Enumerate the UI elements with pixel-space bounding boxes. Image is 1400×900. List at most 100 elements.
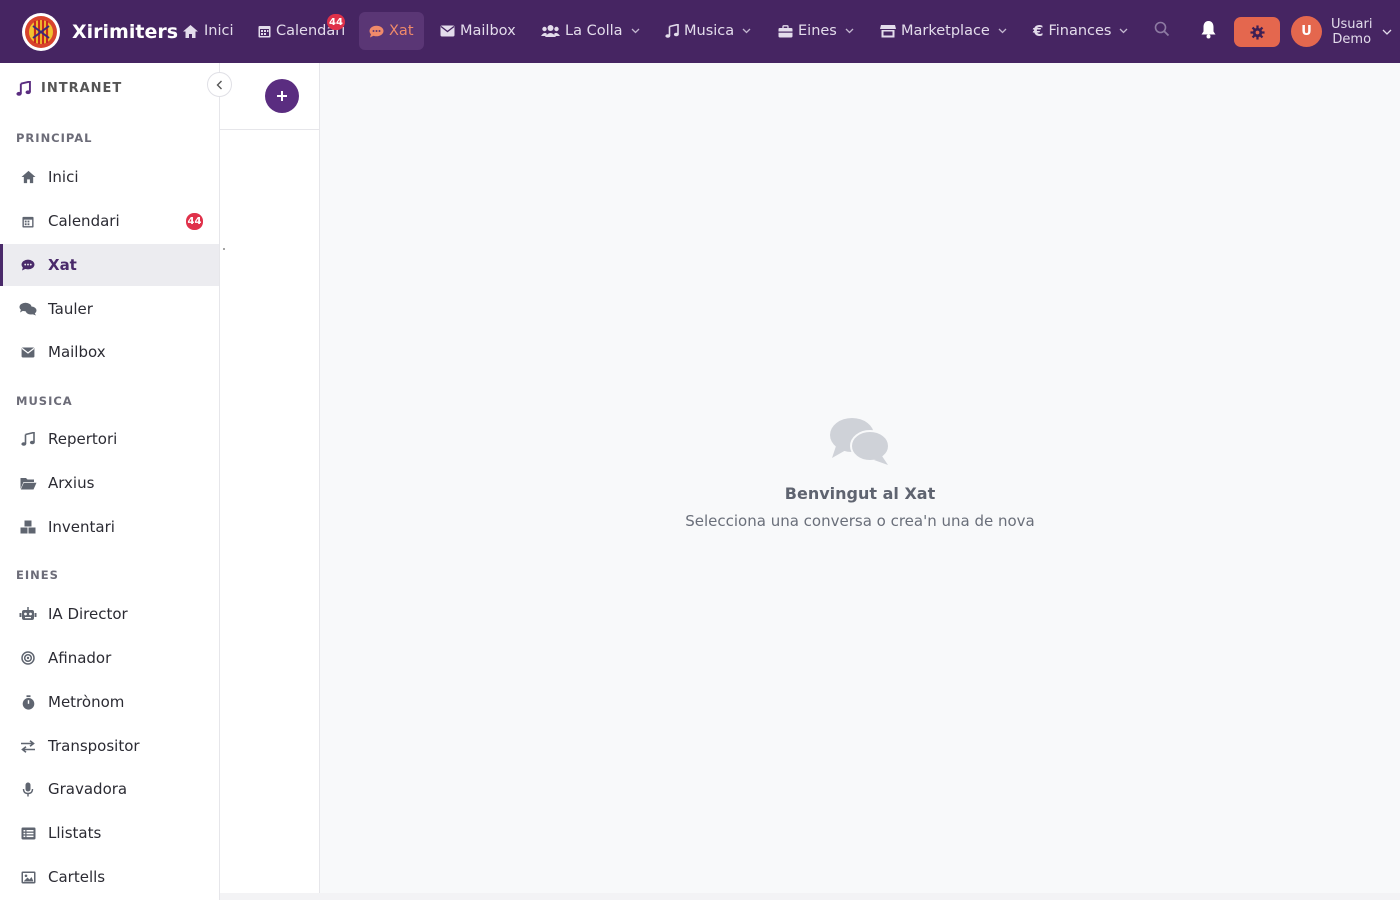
target-icon — [19, 651, 37, 665]
sidebar-item-gravadora[interactable]: Gravadora — [0, 768, 219, 810]
nav-mailbox[interactable]: Mailbox — [430, 12, 526, 50]
chevron-left-icon — [216, 80, 223, 90]
nav-label: La Colla — [565, 23, 623, 39]
user-name-line1: Usuari — [1331, 16, 1373, 32]
sidebar-item-afinador[interactable]: Afinador — [0, 637, 219, 679]
comments-icon — [19, 302, 37, 316]
sidebar-item-label: Mailbox — [48, 343, 106, 361]
chevron-down-icon — [1119, 28, 1128, 34]
chat-main-area: Benvingut al Xat Selecciona una conversa… — [320, 63, 1400, 900]
sidebar-item-tauler[interactable]: Tauler — [0, 288, 219, 330]
folder-open-icon — [19, 477, 37, 490]
chevron-down-icon — [1382, 29, 1392, 35]
calendar-icon — [19, 215, 37, 228]
sidebar-badge: 44 — [186, 213, 203, 230]
envelope-icon — [19, 346, 37, 358]
image-icon — [19, 871, 37, 884]
new-conversation-button[interactable] — [265, 79, 299, 113]
list-icon — [19, 827, 37, 840]
boxes-icon — [19, 520, 37, 534]
music-icon — [665, 24, 679, 38]
home-icon — [182, 24, 199, 39]
sidebar-item-inventari[interactable]: Inventari — [0, 506, 219, 548]
section-title-musica: MUSICA — [16, 394, 73, 408]
music-icon — [16, 81, 31, 96]
sidebar-item-label: Llistats — [48, 824, 102, 842]
nav-label: Mailbox — [460, 23, 516, 39]
chevron-down-icon — [742, 28, 751, 34]
sidebar-item-arxius[interactable]: Arxius — [0, 462, 219, 504]
conversation-list-panel — [220, 63, 320, 893]
sidebar-item-mailbox[interactable]: Mailbox — [0, 331, 219, 373]
plus-icon — [276, 90, 288, 102]
sidebar-item-label: Inventari — [48, 518, 115, 536]
brand-name: Xirimiters — [72, 21, 179, 43]
loading-dot — [223, 248, 225, 250]
brand-logo — [22, 13, 60, 51]
user-menu[interactable]: U Usuari Demo — [1291, 16, 1392, 47]
nav-xat[interactable]: Xat — [359, 12, 424, 50]
nav-la-colla[interactable]: La Colla — [531, 12, 650, 50]
settings-button[interactable] — [1234, 17, 1280, 47]
sidebar-item-label: Arxius — [48, 474, 95, 492]
exchange-icon — [19, 739, 37, 753]
nav-label: Inici — [204, 23, 234, 39]
sidebar-item-inici[interactable]: Inici — [0, 156, 219, 198]
nav-calendari[interactable]: Calendari 44 — [248, 12, 355, 50]
sidebar-item-label: Calendari — [48, 212, 120, 230]
nav-inici[interactable]: Inici — [172, 12, 244, 50]
nav-marketplace[interactable]: Marketplace — [870, 12, 1017, 50]
chat-icon — [19, 259, 37, 271]
sidebar-item-label: Metrònom — [48, 693, 125, 711]
calendar-icon — [258, 24, 271, 38]
nav-musica[interactable]: Musica — [655, 12, 761, 50]
toolbox-icon — [778, 24, 793, 38]
sidebar-collapse-button[interactable] — [207, 72, 232, 97]
sidebar-header-label: INTRANET — [41, 81, 123, 96]
user-name-line2: Demo — [1332, 31, 1372, 47]
sidebar-item-metronom[interactable]: Metrònom — [0, 681, 219, 723]
sidebar-item-llistats[interactable]: Llistats — [0, 812, 219, 854]
nav-eines[interactable]: Eines — [768, 12, 864, 50]
sidebar-item-label: Tauler — [48, 300, 93, 318]
sidebar-item-ia-director[interactable]: IA Director — [0, 593, 219, 635]
sidebar-item-label: Transpositor — [48, 737, 140, 755]
sidebar-item-xat[interactable]: Xat — [0, 244, 219, 286]
nav-label: Marketplace — [901, 23, 990, 39]
nav-label: Finances — [1048, 23, 1112, 39]
section-title-eines: EINES — [16, 568, 59, 582]
brand[interactable]: Xirimiters — [22, 13, 178, 51]
nav-badge: 44 — [327, 14, 345, 30]
sidebar-item-label: Repertori — [48, 430, 118, 448]
sidebar-item-label: IA Director — [48, 605, 128, 623]
sidebar-header: INTRANET — [16, 81, 122, 96]
euro-icon: € — [1033, 22, 1044, 40]
chevron-down-icon — [631, 28, 640, 34]
sidebar-item-transpositor[interactable]: Transpositor — [0, 725, 219, 767]
gear-icon — [1249, 24, 1265, 40]
conversation-list-header — [220, 63, 319, 130]
bottom-strip — [220, 893, 1400, 900]
search-icon[interactable] — [1154, 21, 1170, 37]
sidebar-item-label: Inici — [48, 168, 79, 186]
sidebar-item-repertori[interactable]: Repertori — [0, 418, 219, 460]
envelope-icon — [440, 25, 455, 37]
user-name: Usuari Demo — [1331, 17, 1372, 47]
sidebar-item-calendari[interactable]: Calendari 44 — [0, 200, 219, 242]
music-icon — [19, 432, 37, 446]
empty-state-subtitle: Selecciona una conversa o crea'n una de … — [685, 512, 1035, 530]
sidebar-item-cartells[interactable]: Cartells — [0, 856, 219, 898]
users-icon — [541, 24, 560, 38]
empty-state-title: Benvingut al Xat — [784, 484, 936, 503]
nav-label: Eines — [798, 23, 837, 39]
bell-icon[interactable] — [1200, 20, 1217, 39]
chat-icon — [369, 25, 384, 38]
nav-label: Musica — [684, 23, 735, 39]
sidebar-item-label: Afinador — [48, 649, 112, 667]
top-navbar: Xirimiters Inici Calendari 44 Xat Mailbo… — [0, 0, 1400, 63]
comments-icon — [828, 416, 892, 470]
home-icon — [19, 170, 37, 184]
avatar: U — [1291, 16, 1322, 47]
stopwatch-icon — [19, 694, 37, 710]
nav-finances[interactable]: € Finances — [1023, 12, 1138, 50]
